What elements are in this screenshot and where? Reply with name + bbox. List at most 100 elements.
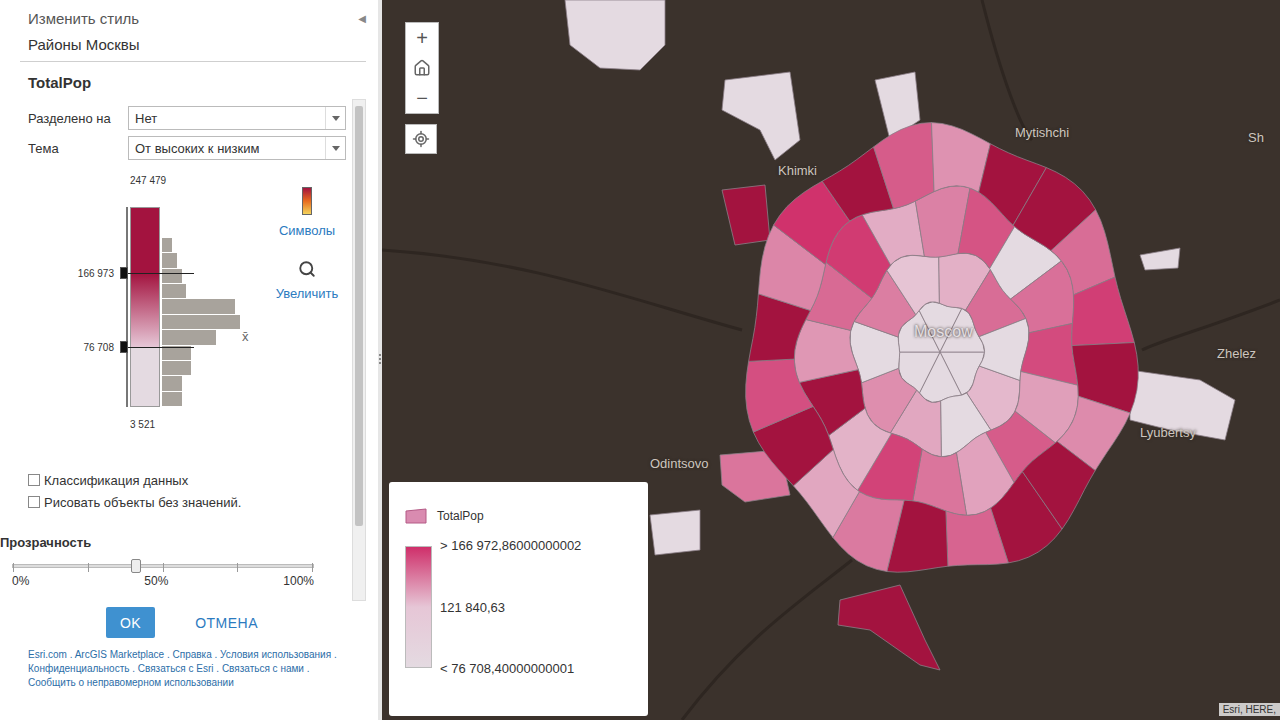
transparency-slider[interactable]: 0% 50% 100% xyxy=(12,564,314,588)
district[interactable] xyxy=(946,508,1008,566)
district[interactable] xyxy=(650,510,700,555)
range-handle[interactable] xyxy=(120,341,128,353)
histogram-axis xyxy=(126,207,128,407)
histogram-bar xyxy=(162,376,182,391)
footer-link[interactable]: Связаться с нами xyxy=(222,663,304,674)
handle-label: 76 708 xyxy=(48,342,114,353)
footer-link[interactable]: Условия использования xyxy=(220,649,331,660)
home-button[interactable] xyxy=(406,53,438,83)
slider-tick-label: 50% xyxy=(144,574,168,588)
district[interactable] xyxy=(722,72,800,160)
legend: TotalPop> 166 972,86000000002121 840,63<… xyxy=(389,482,648,716)
region-border xyxy=(382,0,1280,720)
histogram-bar xyxy=(162,253,177,268)
histogram-bars xyxy=(162,207,240,407)
checkbox[interactable] xyxy=(28,474,40,486)
scrollbar[interactable] xyxy=(352,99,366,601)
place-label: Mytishchi xyxy=(1015,125,1069,140)
slider-tick-label: 0% xyxy=(12,574,29,588)
footer-link[interactable]: Конфиденциальность xyxy=(28,663,129,674)
symbols-link[interactable]: Символы xyxy=(279,223,335,238)
ok-button[interactable]: OK xyxy=(106,607,155,638)
legend-title: TotalPop xyxy=(437,509,484,523)
histogram-bar xyxy=(162,238,172,253)
option-checkbox[interactable]: Классификация данных xyxy=(28,469,346,491)
locate-button[interactable] xyxy=(405,124,437,154)
scrollbar-thumb[interactable] xyxy=(355,106,363,526)
district[interactable] xyxy=(838,585,940,670)
slider-tick xyxy=(163,563,164,572)
form-label: Разделено на xyxy=(28,111,128,126)
district[interactable] xyxy=(1022,441,1095,529)
attribution: Esri, HERE, xyxy=(1219,703,1280,716)
slider-tick xyxy=(13,563,14,572)
dropdown-caret-icon xyxy=(325,107,345,129)
checkbox[interactable] xyxy=(28,496,40,508)
panel-content: Разделено наНетТемаОт высоких к низким24… xyxy=(0,99,352,601)
map-viewer: Изменить стиль ◀ Районы Москвы TotalPop Разд… xyxy=(0,0,1280,720)
handle-line xyxy=(128,347,194,348)
zoom-link[interactable]: Увеличить xyxy=(276,286,339,301)
footer-link[interactable]: Сообщить о неправомерном использовании xyxy=(28,677,234,688)
footer-link[interactable]: Связаться с Esri xyxy=(138,663,214,674)
histogram-max: 247 479 xyxy=(130,175,166,186)
handle-line xyxy=(128,273,194,274)
place-label: Lyubertsy xyxy=(1140,425,1196,440)
mean-label: x̄ xyxy=(242,329,249,344)
color-ramp-icon[interactable] xyxy=(302,187,312,215)
histogram-min: 3 521 xyxy=(130,419,155,430)
district[interactable] xyxy=(1130,370,1235,440)
legend-ramp xyxy=(405,546,432,668)
district[interactable] xyxy=(1072,277,1135,346)
dropdown-caret-icon xyxy=(325,137,345,159)
footer-link[interactable]: ArcGIS Marketplace xyxy=(75,649,164,660)
zoom-in-button[interactable]: + xyxy=(406,23,438,53)
map[interactable]: MytishchiKhimkiMoscowZhelezLyubertsyOdin… xyxy=(382,0,1280,720)
locate-icon xyxy=(412,130,430,148)
district[interactable] xyxy=(1011,261,1074,333)
district[interactable] xyxy=(1140,248,1180,270)
histogram-bar xyxy=(162,361,191,376)
footer-link[interactable]: Esri.com xyxy=(28,649,67,660)
slider-tick xyxy=(88,563,89,572)
select-field[interactable]: Нет xyxy=(128,106,346,130)
footer-link[interactable]: Справка xyxy=(173,649,212,660)
district[interactable] xyxy=(565,0,665,70)
legend-high: > 166 972,86000000002 xyxy=(440,538,581,553)
histogram-bar xyxy=(162,392,182,407)
place-label: Moscow xyxy=(914,323,973,341)
histogram-bar xyxy=(162,269,182,284)
district[interactable] xyxy=(887,255,940,314)
range-handle[interactable] xyxy=(120,267,128,279)
layer-name: Районы Москвы xyxy=(28,36,366,53)
slider-tick-label: 100% xyxy=(283,574,314,588)
option-checkbox[interactable]: Рисовать объекты без значений. xyxy=(28,491,346,513)
district[interactable] xyxy=(722,185,770,245)
district[interactable] xyxy=(874,123,935,209)
slider-tick xyxy=(312,563,313,572)
histogram-bar xyxy=(162,299,235,314)
panel-title: Изменить стиль xyxy=(28,10,139,27)
place-label: Zhelez xyxy=(1217,346,1256,361)
legend-mid: 121 840,63 xyxy=(440,600,581,615)
slider-thumb[interactable] xyxy=(131,559,141,573)
field-title: TotalPop xyxy=(28,74,378,91)
district[interactable] xyxy=(746,359,813,432)
footer-links: Esri.com . ArcGIS Marketplace . Справка … xyxy=(28,648,358,690)
select-field[interactable]: От высоких к низким xyxy=(128,136,346,160)
form-label: Тема xyxy=(28,141,128,156)
home-icon xyxy=(413,59,431,77)
grip-icon xyxy=(379,354,381,366)
form-row: Разделено наНет xyxy=(28,105,346,131)
collapse-button[interactable]: ◀ xyxy=(358,13,366,24)
histogram-bar xyxy=(162,284,186,299)
layer-swatch-icon xyxy=(405,508,427,524)
place-label: Odintsovo xyxy=(650,456,709,471)
magnifier-icon[interactable] xyxy=(298,260,316,278)
cancel-button[interactable]: ОТМЕНА xyxy=(181,607,272,638)
zoom-out-button[interactable]: − xyxy=(406,83,438,113)
style-panel: Изменить стиль ◀ Районы Москвы TotalPop Разд… xyxy=(0,0,378,720)
form-row: ТемаОт высоких к низким xyxy=(28,135,346,161)
histogram-bar xyxy=(162,315,240,330)
place-label: Sh xyxy=(1248,130,1264,145)
